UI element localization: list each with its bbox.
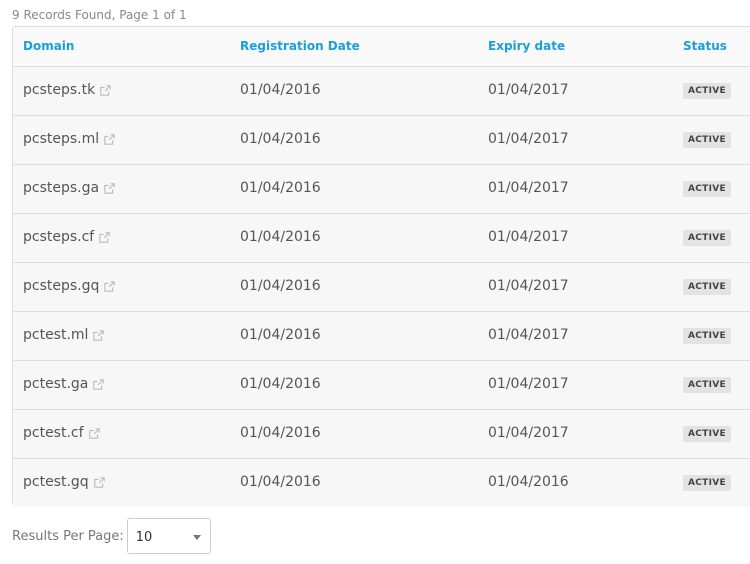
domain-link[interactable]: pcsteps.ml xyxy=(23,131,99,147)
column-header-domain[interactable]: Domain xyxy=(23,39,74,53)
registration-date-cell: 01/04/2016 xyxy=(240,327,321,343)
table-row: pctest.cf 01/04/2016 01/04/2017 ACTIVE xyxy=(13,410,750,459)
external-link-icon[interactable] xyxy=(93,329,105,341)
domain-link[interactable]: pcsteps.tk xyxy=(23,82,95,98)
expiry-date-cell: 01/04/2016 xyxy=(488,474,569,490)
domain-cell: pctest.gq xyxy=(23,474,105,490)
registration-date-cell: 01/04/2016 xyxy=(240,180,321,196)
expiry-date-cell: 01/04/2017 xyxy=(488,425,569,441)
table-row: pctest.ml 01/04/2016 01/04/2017 ACTIVE xyxy=(13,312,750,361)
expiry-date-cell: 01/04/2017 xyxy=(488,327,569,343)
expiry-date-cell: 01/04/2017 xyxy=(488,278,569,294)
domain-cell: pctest.cf xyxy=(23,425,100,441)
expiry-date-cell: 01/04/2017 xyxy=(488,131,569,147)
results-per-page-value: 10 xyxy=(135,530,153,545)
chevron-down-icon xyxy=(192,535,201,540)
pagination-footer: Results Per Page: 10 xyxy=(12,517,211,555)
external-link-icon[interactable] xyxy=(93,378,105,390)
registration-date-cell: 01/04/2016 xyxy=(240,82,321,98)
status-badge: ACTIVE xyxy=(683,475,731,491)
expiry-date-cell: 01/04/2017 xyxy=(488,82,569,98)
external-link-icon[interactable] xyxy=(93,476,105,488)
registration-date-cell: 01/04/2016 xyxy=(240,474,321,490)
registration-date-cell: 01/04/2016 xyxy=(240,376,321,392)
expiry-date-cell: 01/04/2017 xyxy=(488,376,569,392)
table-row: pctest.gq 01/04/2016 01/04/2016 ACTIVE xyxy=(13,459,750,507)
table-row: pcsteps.tk 01/04/2016 01/04/2017 ACTIVE xyxy=(13,67,750,116)
results-per-page-label: Results Per Page: xyxy=(12,528,124,544)
external-link-icon[interactable] xyxy=(100,84,111,96)
column-header-status[interactable]: Status xyxy=(683,39,727,53)
domain-link[interactable]: pctest.gq xyxy=(23,474,89,490)
domain-cell: pcsteps.tk xyxy=(23,82,111,98)
domain-link[interactable]: pctest.cf xyxy=(23,425,84,441)
column-header-expiry-date[interactable]: Expiry date xyxy=(488,39,565,53)
status-badge: ACTIVE xyxy=(683,83,731,99)
table-body: pcsteps.tk 01/04/2016 01/04/2017 ACTIVE pcst… xyxy=(13,67,750,507)
domain-link[interactable]: pctest.ml xyxy=(23,327,88,343)
status-badge: ACTIVE xyxy=(683,279,731,295)
external-link-icon[interactable] xyxy=(99,231,110,243)
domain-cell: pcsteps.gq xyxy=(23,278,116,294)
registration-date-cell: 01/04/2016 xyxy=(240,131,321,147)
table-row: pcsteps.ga 01/04/2016 01/04/2017 ACTIVE xyxy=(13,165,750,214)
table-row: pctest.ga 01/04/2016 01/04/2017 ACTIVE xyxy=(13,361,750,410)
registration-date-cell: 01/04/2016 xyxy=(240,278,321,294)
registration-date-cell: 01/04/2016 xyxy=(240,229,321,245)
status-badge: ACTIVE xyxy=(683,328,731,344)
external-link-icon[interactable] xyxy=(104,133,115,145)
external-link-icon[interactable] xyxy=(104,182,115,194)
domain-cell: pctest.ml xyxy=(23,327,105,343)
external-link-icon[interactable] xyxy=(88,427,100,439)
domain-cell: pcsteps.cf xyxy=(23,229,110,245)
status-badge: ACTIVE xyxy=(683,132,731,148)
domain-link[interactable]: pcsteps.gq xyxy=(23,278,99,294)
expiry-date-cell: 01/04/2017 xyxy=(488,180,569,196)
status-badge: ACTIVE xyxy=(683,230,731,246)
status-badge: ACTIVE xyxy=(683,181,731,197)
table-row: pcsteps.ml 01/04/2016 01/04/2017 ACTIVE xyxy=(13,116,750,165)
column-header-registration-date[interactable]: Registration Date xyxy=(240,39,360,53)
domains-table: Domain Registration Date Expiry date Sta… xyxy=(12,26,750,507)
domain-link[interactable]: pcsteps.ga xyxy=(23,180,99,196)
table-row: pcsteps.gq 01/04/2016 01/04/2017 ACTIVE xyxy=(13,263,750,312)
domain-cell: pctest.ga xyxy=(23,376,105,392)
external-link-icon[interactable] xyxy=(104,280,116,292)
expiry-date-cell: 01/04/2017 xyxy=(488,229,569,245)
registration-date-cell: 01/04/2016 xyxy=(240,425,321,441)
status-badge: ACTIVE xyxy=(683,426,731,442)
status-badge: ACTIVE xyxy=(683,377,731,393)
results-per-page-select[interactable]: 10 xyxy=(126,518,211,554)
table-row: pcsteps.cf 01/04/2016 01/04/2017 ACTIVE xyxy=(13,214,750,263)
domain-link[interactable]: pcsteps.cf xyxy=(23,229,94,245)
records-summary: 9 Records Found, Page 1 of 1 xyxy=(12,8,187,22)
domain-cell: pcsteps.ml xyxy=(23,131,115,147)
domain-link[interactable]: pctest.ga xyxy=(23,376,88,392)
domain-cell: pcsteps.ga xyxy=(23,180,115,196)
table-header: Domain Registration Date Expiry date Sta… xyxy=(13,27,750,67)
